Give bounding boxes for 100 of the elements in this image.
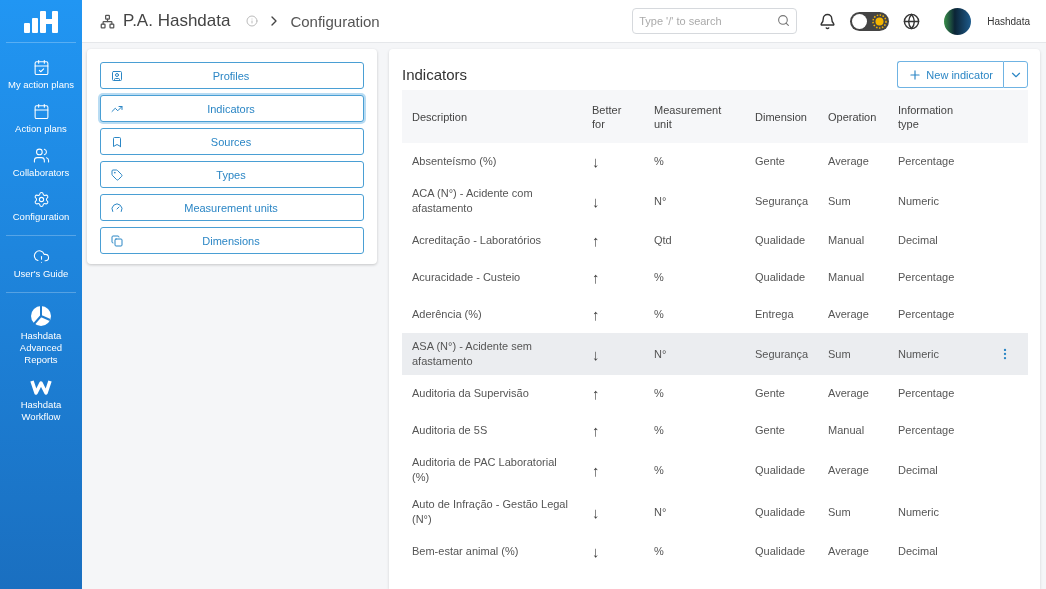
workflow-logo-icon xyxy=(30,378,52,396)
calendar-check-icon xyxy=(32,59,50,76)
config-menu-button[interactable]: Profiles xyxy=(100,62,364,89)
table-cell-text: Bem-estar animal (%) xyxy=(412,544,520,559)
table-cell-text: N° xyxy=(654,346,668,362)
table-cell-text: Qtd xyxy=(654,233,673,248)
bell-icon[interactable] xyxy=(819,12,837,30)
settings-icon xyxy=(32,191,50,208)
users-icon xyxy=(32,147,50,164)
table-cell-text: N° xyxy=(654,193,668,209)
table-cell-text: Percentage xyxy=(898,386,956,401)
pie-chart-icon xyxy=(30,305,52,327)
gauge-icon xyxy=(111,201,123,214)
table-cell-text: Percentage xyxy=(898,423,956,438)
table-cell-text: Gente xyxy=(755,423,786,438)
theme-toggle[interactable] xyxy=(850,11,890,31)
arrow-text: ↑ xyxy=(592,270,600,285)
table-cell-text: Average xyxy=(828,307,870,322)
table-cell-text: Aderência (%) xyxy=(412,307,483,322)
table-cell-text: Manual xyxy=(828,270,866,285)
arrow-text: ↓ xyxy=(592,544,600,559)
globe-icon[interactable] xyxy=(903,12,921,30)
table-cell-text: Numeric xyxy=(898,504,940,520)
table-cell-text: Qualidade xyxy=(755,504,807,520)
bar-logo-icon[interactable] xyxy=(24,9,58,33)
arrow-text: ↓ xyxy=(592,504,600,520)
table-row-highlighted[interactable]: ASA (N°) - Acidente sem afastamento ↓ N° Segurança Sum Numeric xyxy=(402,333,1028,375)
config-menu-button[interactable]: Sources xyxy=(100,128,364,155)
table-cell-text: % xyxy=(654,462,665,478)
table-cell-text: Auditoria de PAC Laboratorial (%) xyxy=(412,455,558,485)
table-cell-text: Decimal xyxy=(898,462,939,478)
config-menu-button[interactable]: Types xyxy=(100,161,364,188)
table-cell-text: Qualidade xyxy=(755,270,807,285)
table-cell-text: % xyxy=(654,307,665,322)
sidebar-item[interactable]: Hashdata Advanced Reports xyxy=(0,299,82,372)
table-cell-text: Sum xyxy=(828,193,852,209)
table-cell-text: Qualidade xyxy=(755,233,807,248)
table-cell-text: Auditoria de 5S xyxy=(412,423,489,438)
table-cell-text: Gente xyxy=(755,386,786,401)
sidebar-item[interactable]: Action plans xyxy=(0,97,82,141)
sidebar-item[interactable]: User's Guide xyxy=(0,242,82,286)
breadcrumb-text: Configuration xyxy=(290,12,380,30)
table-cell-text: Decimal xyxy=(898,544,939,559)
tag-icon xyxy=(111,168,123,181)
arrow-text: ↑ xyxy=(592,386,600,401)
copy-icon xyxy=(111,234,123,247)
panel-title: Indicators xyxy=(402,66,468,83)
table-cell-text: Auditoria da Supervisão xyxy=(412,386,530,401)
table-cell-text: % xyxy=(654,386,665,401)
table-cell-text: Percentage xyxy=(898,270,956,285)
column-header: Information type xyxy=(898,102,955,131)
table-cell-text: % xyxy=(654,154,665,169)
column-header: Measurement unit xyxy=(654,102,723,131)
table-cell-text: Average xyxy=(828,386,870,401)
table-cell-text: Sum xyxy=(828,346,852,362)
arrow-text: ↓ xyxy=(592,154,600,169)
config-menu-button[interactable]: Indicators xyxy=(100,95,364,122)
arrow-text: ↑ xyxy=(592,462,600,478)
calendar-icon xyxy=(32,103,50,120)
arrow-text: ↓ xyxy=(592,346,600,362)
column-header: Dimension xyxy=(755,109,808,124)
sun-icon xyxy=(872,13,888,29)
table-cell-text: Numeric xyxy=(898,346,940,362)
table-cell-text: Decimal xyxy=(898,233,939,248)
table-cell-text: Average xyxy=(828,462,870,478)
table-cell-text: % xyxy=(654,544,665,559)
search-icon xyxy=(777,14,791,27)
search-field[interactable]: Type '/' to search xyxy=(632,8,798,34)
table-cell-text: Qualidade xyxy=(755,462,807,478)
table-cell-text: Absenteísmo (%) xyxy=(412,154,498,169)
new-indicator-button[interactable]: New indicator xyxy=(897,61,1003,88)
sidebar-item[interactable]: Hashdata Workflow xyxy=(0,372,82,429)
table-cell-text: Qualidade xyxy=(755,544,807,559)
sidebar-item[interactable]: Collaborators xyxy=(0,141,82,185)
contact-card-icon xyxy=(111,69,123,82)
arrow-text: ↑ xyxy=(592,307,600,322)
table-cell-text: Manual xyxy=(828,233,866,248)
user-avatar[interactable] xyxy=(944,7,972,35)
table-cell-text: Average xyxy=(828,544,870,559)
arrow-text: ↓ xyxy=(592,193,600,209)
app-title: P.A. Hashdata xyxy=(123,11,231,31)
arrow-text: ↑ xyxy=(592,233,600,248)
table-cell: Segurança xyxy=(755,346,808,362)
user-name: Hashdata xyxy=(987,15,1030,27)
table-cell: Segurança xyxy=(755,193,808,209)
config-menu-button[interactable]: Dimensions xyxy=(100,227,364,254)
table-cell-text: Acuracidade - Custeio xyxy=(412,270,522,285)
table-cell-text: ASA (N°) - Acidente sem afastamento xyxy=(412,339,533,369)
column-header: Operation xyxy=(828,109,878,124)
column-header: Better for xyxy=(592,102,623,131)
table-cell-text: ACA (N°) - Acidente com afastamento xyxy=(412,186,534,216)
config-menu-button[interactable]: Measurement units xyxy=(100,194,364,221)
sidebar-item[interactable]: My action plans xyxy=(0,53,82,97)
arrow-text: ↑ xyxy=(592,423,600,438)
bookmark-icon xyxy=(111,135,123,148)
sidebar-item[interactable]: Configuration xyxy=(0,185,82,229)
table-cell-text: Entrega xyxy=(755,307,795,322)
table-cell-text: N° xyxy=(654,504,668,520)
plus-icon xyxy=(908,67,923,82)
table-cell-text: Gente xyxy=(755,154,786,169)
